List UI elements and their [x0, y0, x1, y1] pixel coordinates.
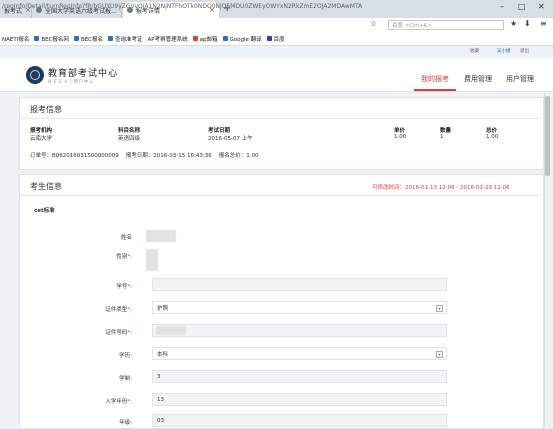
id-type-select[interactable]: 护照 ▾ — [152, 301, 447, 314]
bookmark-bec[interactable]: BEC报名 — [73, 35, 103, 43]
logout-link[interactable]: 退出 — [520, 48, 529, 54]
cell-total: 1.00 — [486, 134, 499, 140]
bookmark-ap-mail[interactable]: ap邮箱 — [192, 35, 218, 43]
scrollbar-thumb[interactable] — [545, 96, 550, 176]
candidate-info-title: 考生信息 — [30, 182, 62, 191]
student-id-field[interactable] — [152, 278, 447, 291]
edit-time-window: 可修改时间：2016-01-13 12:06 - 2016-01-29 12:0… — [372, 185, 510, 191]
id-number-redacted — [156, 326, 186, 335]
registration-info-title: 报考信息 — [30, 105, 62, 114]
name-label: 姓名 — [120, 235, 132, 241]
download-icon[interactable]: ⬇ — [524, 19, 531, 28]
grade-label: 年级: — [119, 420, 132, 426]
name-value-redacted — [146, 230, 176, 242]
enrollment-year-label: 入学年份*: — [105, 399, 132, 405]
translate-icon — [222, 36, 228, 41]
user-name-link[interactable]: 吴小捷 — [497, 48, 511, 54]
section-label: cet标准 — [34, 208, 55, 214]
col-total: 总价 — [486, 128, 498, 134]
nav-my-registrations[interactable]: 我的报考 — [421, 74, 449, 84]
program-length-field[interactable]: 3 — [152, 370, 447, 383]
nav-user-management[interactable]: 用户管理 — [506, 74, 534, 84]
search-input[interactable]: 百度 <Ctrl+K> — [388, 20, 504, 30]
mail-icon — [192, 36, 198, 41]
reg-date-label: 报考日期： — [125, 153, 154, 159]
education-select[interactable]: 本科 ▾ — [152, 347, 447, 360]
cell-exam-date: 2016-05-07 上午 — [208, 136, 253, 142]
minimize-icon[interactable]: – — [500, 2, 504, 11]
cell-institution: 云南大学 — [30, 136, 53, 142]
paw-icon — [266, 36, 272, 41]
menu-icon[interactable]: ≡ — [540, 19, 547, 28]
star-icon[interactable]: ☆ — [370, 19, 377, 28]
bookmark-star-icon[interactable]: ★ — [510, 19, 517, 28]
chevron-down-icon: ▾ — [436, 351, 443, 358]
bookmarks-bar: NAETI报名 BEC报名网 BEC报名 查询准考证 AP考察管理系统 ap邮箱… — [0, 32, 553, 46]
col-quantity: 数量 — [440, 128, 452, 134]
gender-label: 性别*: — [116, 254, 132, 260]
id-type-label: 证件类型*: — [105, 307, 132, 313]
id-number-field[interactable] — [152, 324, 447, 337]
order-number-label: 订单号： — [30, 153, 53, 159]
nav-fee-management[interactable]: 费用管理 — [464, 74, 492, 84]
maximize-icon[interactable]: □ — [518, 2, 526, 11]
cell-unit-price: 1.00 — [394, 134, 407, 140]
student-id-label: 学号*: — [116, 284, 132, 290]
order-number: B062016031500000009 — [52, 153, 119, 159]
bookmark-naeti[interactable]: NAETI报名 — [2, 35, 29, 43]
col-unit-price: 单价 — [394, 128, 406, 134]
id-number-label: 证件号码*: — [105, 330, 132, 336]
col-exam-date: 考试日期 — [208, 128, 231, 134]
gender-value-redacted — [146, 249, 158, 271]
col-subject: 科目名称 — [118, 128, 141, 134]
url-field[interactable]: /regInfo/Detail/turnRegInfo?fR/bGUYU9yZG… — [2, 3, 362, 10]
enrollment-year-field[interactable]: 13 — [152, 393, 447, 406]
registration-info-header — [20, 98, 541, 119]
reg-date: 2016-03-15 16:43:36 — [153, 153, 212, 159]
reg-total-label: 报名总价： — [218, 153, 247, 159]
bookmark-icon — [73, 36, 79, 41]
cell-subject: 英语四级 — [118, 136, 141, 142]
bookmark-baidu[interactable]: 百度 — [266, 35, 285, 43]
bookmark-ap-system[interactable]: AP考察管理系统 — [148, 35, 188, 43]
bookmark-bec-reg[interactable]: BEC报名网 — [34, 35, 69, 43]
brand-title: 教育部考试中心 — [48, 69, 119, 79]
bookmark-link[interactable]: 收藏 — [470, 48, 479, 54]
bookmark-icon — [108, 36, 114, 41]
window-close-icon[interactable]: ✕ — [538, 2, 545, 11]
reg-total: 1.00 — [246, 153, 259, 159]
grade-field[interactable]: 03 — [152, 414, 447, 427]
program-length-label: 学制: — [119, 376, 132, 382]
active-nav-indicator — [414, 89, 456, 91]
cell-quantity: 1 — [440, 134, 444, 140]
education-label: 学历: — [119, 353, 132, 359]
brand-subtitle: N E E A | 用户中心 — [48, 80, 94, 85]
bookmark-ticket[interactable]: 查询准考证 — [108, 35, 143, 43]
bookmark-icon — [34, 36, 40, 41]
order-number-line: 订单号：B062016031500000009 报考日期：2016-03-15 … — [30, 151, 258, 159]
col-institution: 报考机构 — [30, 128, 53, 134]
neea-logo-inner — [30, 70, 40, 80]
chevron-down-icon: ▾ — [436, 305, 443, 312]
bookmark-google-translate[interactable]: Google 翻译 — [222, 35, 262, 43]
